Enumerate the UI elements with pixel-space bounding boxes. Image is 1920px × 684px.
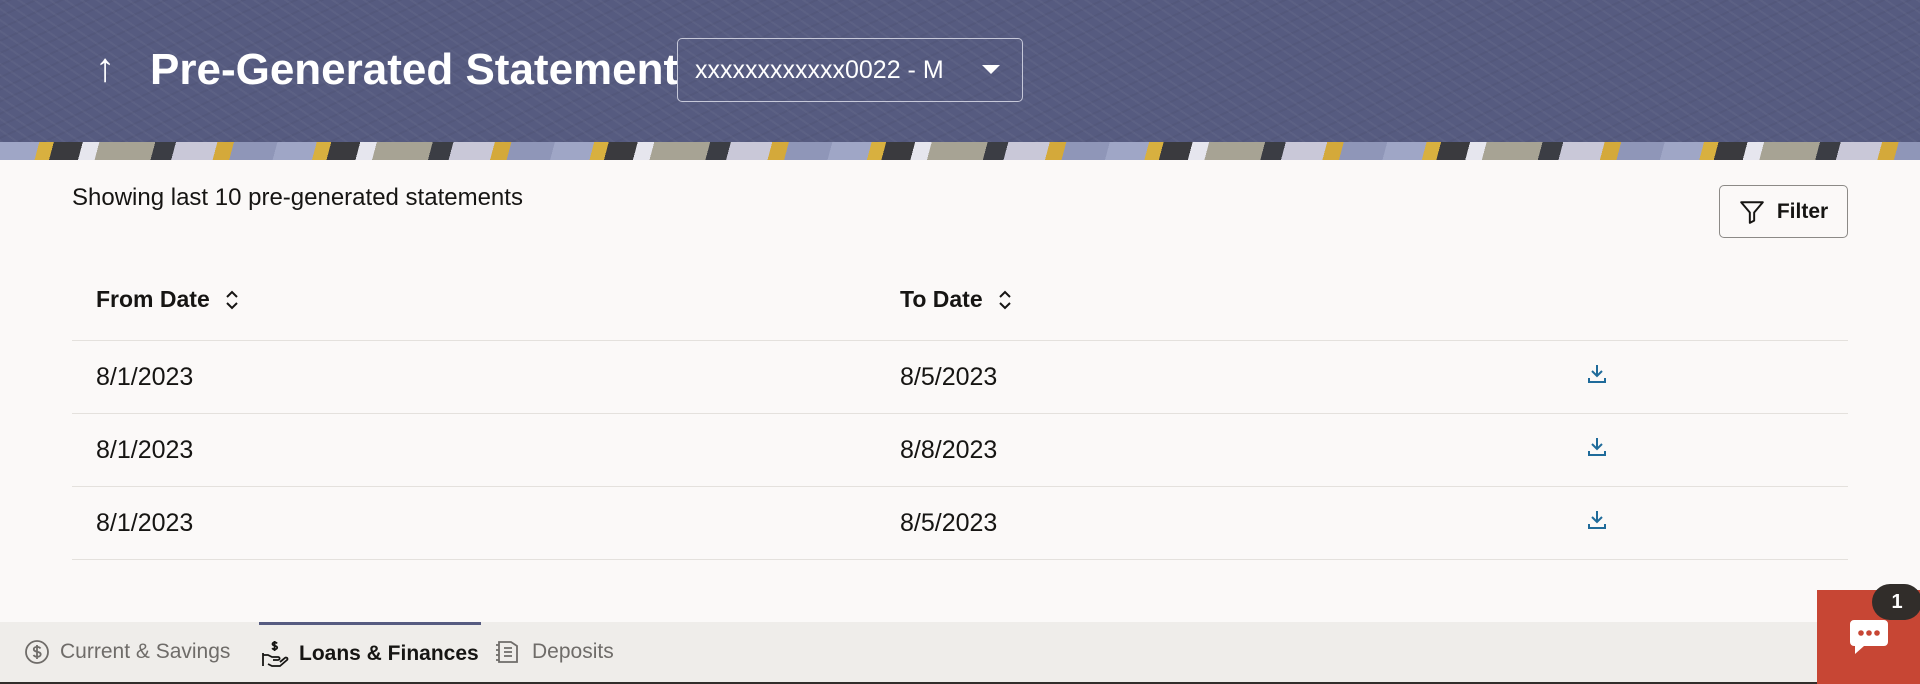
caret-down-icon [982, 65, 1000, 74]
to-date-cell: 8/5/2023 [900, 509, 998, 537]
tab-label: Deposits [532, 640, 614, 663]
ledger-icon [496, 641, 518, 663]
tab-current-savings[interactable]: Current & Savings [24, 622, 230, 682]
table-header: From Date To Date [72, 268, 1848, 341]
tab-deposits[interactable]: Deposits [494, 622, 614, 682]
filter-icon [1740, 200, 1764, 224]
filter-button[interactable]: Filter [1719, 185, 1848, 238]
download-icon[interactable] [1582, 432, 1612, 462]
hand-money-icon [262, 640, 289, 667]
column-header-from-date[interactable]: From Date [96, 286, 240, 313]
column-header-to-date[interactable]: To Date [900, 286, 1013, 313]
chat-bubble-icon [1849, 620, 1888, 654]
column-label: From Date [96, 286, 210, 312]
statements-table: From Date To Date 8/1/2023 8/5/2023 8/1/… [72, 268, 1848, 560]
page-header: ↑ Pre-Generated Statement xxxxxxxxxxxx00… [0, 0, 1920, 160]
header-decorative-strip [0, 142, 1920, 160]
dollar-circle-icon [25, 640, 49, 664]
from-date-cell: 8/1/2023 [96, 363, 194, 391]
tab-loans-finances[interactable]: Loans & Finances [259, 622, 481, 682]
to-date-cell: 8/8/2023 [900, 436, 998, 464]
download-icon[interactable] [1582, 505, 1612, 535]
from-date-cell: 8/1/2023 [96, 436, 194, 464]
chat-notification-badge: 1 [1872, 584, 1920, 620]
sort-icon [998, 290, 1011, 309]
account-select[interactable]: xxxxxxxxxxxx0022 - M [677, 38, 1023, 102]
from-date-cell: 8/1/2023 [96, 509, 194, 537]
column-label: To Date [900, 286, 983, 312]
table-row: 8/1/2023 8/5/2023 [72, 487, 1848, 560]
download-icon[interactable] [1582, 359, 1612, 389]
sort-icon [226, 290, 238, 309]
tab-label: Loans & Finances [299, 641, 479, 665]
table-row: 8/1/2023 8/5/2023 [72, 341, 1848, 414]
statements-summary: Showing last 10 pre-generated statements [72, 184, 523, 211]
to-date-cell: 8/5/2023 [900, 363, 998, 391]
page-title: Pre-Generated Statement [150, 45, 679, 94]
tab-label: Current & Savings [60, 640, 231, 663]
account-select-value: xxxxxxxxxxxx0022 - M [695, 55, 944, 84]
back-arrow-icon[interactable]: ↑ [88, 44, 122, 92]
bottom-tab-bar: Current & Savings Loans & Finances Depos… [0, 622, 1920, 684]
table-row: 8/1/2023 8/8/2023 [72, 414, 1848, 487]
filter-button-label: Filter [1776, 199, 1829, 223]
